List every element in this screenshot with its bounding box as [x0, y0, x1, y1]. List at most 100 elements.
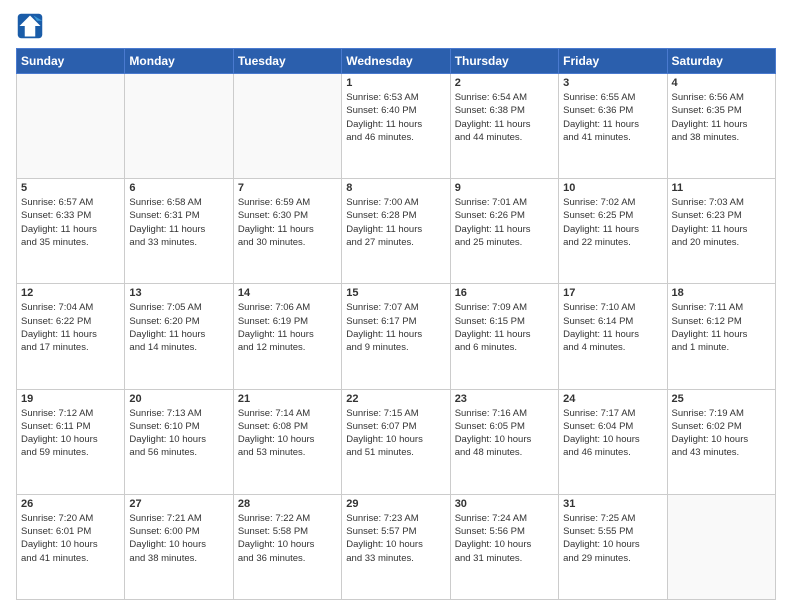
calendar-cell: 18 Sunrise: 7:11 AM Sunset: 6:12 PM Dayli… — [667, 284, 775, 389]
calendar-cell: 19 Sunrise: 7:12 AM Sunset: 6:11 PM Dayli… — [17, 389, 125, 494]
calendar-cell: 6 Sunrise: 6:58 AM Sunset: 6:31 PM Daylig… — [125, 179, 233, 284]
day-info: Sunrise: 7:09 AM Sunset: 6:15 PM Dayligh… — [455, 301, 554, 354]
day-number: 27 — [129, 498, 228, 510]
weekday-header-row: SundayMondayTuesdayWednesdayThursdayFrid… — [17, 49, 776, 74]
day-number: 12 — [21, 287, 120, 299]
calendar-cell: 21 Sunrise: 7:14 AM Sunset: 6:08 PM Dayli… — [233, 389, 341, 494]
day-number: 9 — [455, 182, 554, 194]
day-number: 17 — [563, 287, 662, 299]
calendar-cell: 31Sunrise: 7:25 AM Sunset: 5:55 PM Dayli… — [559, 494, 667, 599]
day-number: 8 — [346, 182, 445, 194]
day-number: 6 — [129, 182, 228, 194]
week-row-4: 19 Sunrise: 7:12 AM Sunset: 6:11 PM Dayli… — [17, 389, 776, 494]
calendar-cell: 3 Sunrise: 6:55 AM Sunset: 6:36 PM Daylig… — [559, 74, 667, 179]
day-info: Sunrise: 7:06 AM Sunset: 6:19 PM Dayligh… — [238, 301, 337, 354]
day-info: Sunrise: 7:14 AM Sunset: 6:08 PM Dayligh… — [238, 407, 337, 460]
day-info: Sunrise: 7:16 AM Sunset: 6:05 PM Dayligh… — [455, 407, 554, 460]
day-info: Sunrise: 6:53 AM Sunset: 6:40 PM Dayligh… — [346, 91, 445, 144]
calendar-cell: 13Sunrise: 7:05 AM Sunset: 6:20 PM Dayli… — [125, 284, 233, 389]
calendar-cell: 22Sunrise: 7:15 AM Sunset: 6:07 PM Dayli… — [342, 389, 450, 494]
logo-icon — [16, 12, 44, 40]
calendar-cell — [17, 74, 125, 179]
calendar-cell: 11 Sunrise: 7:03 AM Sunset: 6:23 PM Dayli… — [667, 179, 775, 284]
day-number: 1 — [346, 77, 445, 89]
day-info: Sunrise: 6:55 AM Sunset: 6:36 PM Dayligh… — [563, 91, 662, 144]
week-row-3: 12 Sunrise: 7:04 AM Sunset: 6:22 PM Dayli… — [17, 284, 776, 389]
day-number: 14 — [238, 287, 337, 299]
day-info: Sunrise: 6:58 AM Sunset: 6:31 PM Dayligh… — [129, 196, 228, 249]
page: SundayMondayTuesdayWednesdayThursdayFrid… — [0, 0, 792, 612]
day-info: Sunrise: 6:54 AM Sunset: 6:38 PM Dayligh… — [455, 91, 554, 144]
day-number: 20 — [129, 393, 228, 405]
day-number: 19 — [21, 393, 120, 405]
day-number: 28 — [238, 498, 337, 510]
calendar-cell — [125, 74, 233, 179]
day-number: 18 — [672, 287, 771, 299]
day-number: 24 — [563, 393, 662, 405]
calendar-cell: 15 Sunrise: 7:07 AM Sunset: 6:17 PM Dayli… — [342, 284, 450, 389]
day-info: Sunrise: 7:23 AM Sunset: 5:57 PM Dayligh… — [346, 512, 445, 565]
day-number: 29 — [346, 498, 445, 510]
calendar-cell: 1 Sunrise: 6:53 AM Sunset: 6:40 PM Daylig… — [342, 74, 450, 179]
day-info: Sunrise: 7:21 AM Sunset: 6:00 PM Dayligh… — [129, 512, 228, 565]
calendar-cell: 12 Sunrise: 7:04 AM Sunset: 6:22 PM Dayli… — [17, 284, 125, 389]
day-number: 15 — [346, 287, 445, 299]
logo — [16, 12, 48, 40]
day-info: Sunrise: 7:25 AM Sunset: 5:55 PM Dayligh… — [563, 512, 662, 565]
day-info: Sunrise: 7:11 AM Sunset: 6:12 PM Dayligh… — [672, 301, 771, 354]
weekday-header-tuesday: Tuesday — [233, 49, 341, 74]
calendar-cell: 4Sunrise: 6:56 AM Sunset: 6:35 PM Daylig… — [667, 74, 775, 179]
calendar-cell — [233, 74, 341, 179]
day-info: Sunrise: 7:13 AM Sunset: 6:10 PM Dayligh… — [129, 407, 228, 460]
calendar-cell: 29 Sunrise: 7:23 AM Sunset: 5:57 PM Dayli… — [342, 494, 450, 599]
day-number: 2 — [455, 77, 554, 89]
calendar-cell: 23 Sunrise: 7:16 AM Sunset: 6:05 PM Dayli… — [450, 389, 558, 494]
day-info: Sunrise: 6:59 AM Sunset: 6:30 PM Dayligh… — [238, 196, 337, 249]
day-number: 5 — [21, 182, 120, 194]
calendar-cell: 26 Sunrise: 7:20 AM Sunset: 6:01 PM Dayli… — [17, 494, 125, 599]
day-info: Sunrise: 7:12 AM Sunset: 6:11 PM Dayligh… — [21, 407, 120, 460]
day-number: 11 — [672, 182, 771, 194]
weekday-header-friday: Friday — [559, 49, 667, 74]
day-info: Sunrise: 7:07 AM Sunset: 6:17 PM Dayligh… — [346, 301, 445, 354]
day-number: 21 — [238, 393, 337, 405]
calendar-cell: 30 Sunrise: 7:24 AM Sunset: 5:56 PM Dayli… — [450, 494, 558, 599]
week-row-1: 1 Sunrise: 6:53 AM Sunset: 6:40 PM Daylig… — [17, 74, 776, 179]
day-info: Sunrise: 7:02 AM Sunset: 6:25 PM Dayligh… — [563, 196, 662, 249]
calendar-cell: 28 Sunrise: 7:22 AM Sunset: 5:58 PM Dayli… — [233, 494, 341, 599]
calendar-cell: 2 Sunrise: 6:54 AM Sunset: 6:38 PM Daylig… — [450, 74, 558, 179]
day-number: 25 — [672, 393, 771, 405]
calendar-cell: 27 Sunrise: 7:21 AM Sunset: 6:00 PM Dayli… — [125, 494, 233, 599]
day-number: 10 — [563, 182, 662, 194]
day-info: Sunrise: 7:19 AM Sunset: 6:02 PM Dayligh… — [672, 407, 771, 460]
day-info: Sunrise: 7:15 AM Sunset: 6:07 PM Dayligh… — [346, 407, 445, 460]
day-info: Sunrise: 7:03 AM Sunset: 6:23 PM Dayligh… — [672, 196, 771, 249]
day-info: Sunrise: 7:04 AM Sunset: 6:22 PM Dayligh… — [21, 301, 120, 354]
weekday-header-wednesday: Wednesday — [342, 49, 450, 74]
day-info: Sunrise: 7:17 AM Sunset: 6:04 PM Dayligh… — [563, 407, 662, 460]
calendar-cell: 20 Sunrise: 7:13 AM Sunset: 6:10 PM Dayli… — [125, 389, 233, 494]
day-number: 16 — [455, 287, 554, 299]
day-number: 3 — [563, 77, 662, 89]
weekday-header-saturday: Saturday — [667, 49, 775, 74]
day-info: Sunrise: 7:10 AM Sunset: 6:14 PM Dayligh… — [563, 301, 662, 354]
day-number: 23 — [455, 393, 554, 405]
calendar-cell: 17 Sunrise: 7:10 AM Sunset: 6:14 PM Dayli… — [559, 284, 667, 389]
calendar-cell: 8 Sunrise: 7:00 AM Sunset: 6:28 PM Daylig… — [342, 179, 450, 284]
day-info: Sunrise: 7:24 AM Sunset: 5:56 PM Dayligh… — [455, 512, 554, 565]
calendar-cell: 10 Sunrise: 7:02 AM Sunset: 6:25 PM Dayli… — [559, 179, 667, 284]
day-info: Sunrise: 6:56 AM Sunset: 6:35 PM Dayligh… — [672, 91, 771, 144]
week-row-5: 26 Sunrise: 7:20 AM Sunset: 6:01 PM Dayli… — [17, 494, 776, 599]
day-info: Sunrise: 7:05 AM Sunset: 6:20 PM Dayligh… — [129, 301, 228, 354]
day-info: Sunrise: 7:00 AM Sunset: 6:28 PM Dayligh… — [346, 196, 445, 249]
day-number: 26 — [21, 498, 120, 510]
day-number: 30 — [455, 498, 554, 510]
calendar-table: SundayMondayTuesdayWednesdayThursdayFrid… — [16, 48, 776, 600]
day-info: Sunrise: 7:22 AM Sunset: 5:58 PM Dayligh… — [238, 512, 337, 565]
day-info: Sunrise: 7:20 AM Sunset: 6:01 PM Dayligh… — [21, 512, 120, 565]
weekday-header-thursday: Thursday — [450, 49, 558, 74]
week-row-2: 5Sunrise: 6:57 AM Sunset: 6:33 PM Daylig… — [17, 179, 776, 284]
day-info: Sunrise: 7:01 AM Sunset: 6:26 PM Dayligh… — [455, 196, 554, 249]
day-number: 7 — [238, 182, 337, 194]
calendar-cell: 16 Sunrise: 7:09 AM Sunset: 6:15 PM Dayli… — [450, 284, 558, 389]
